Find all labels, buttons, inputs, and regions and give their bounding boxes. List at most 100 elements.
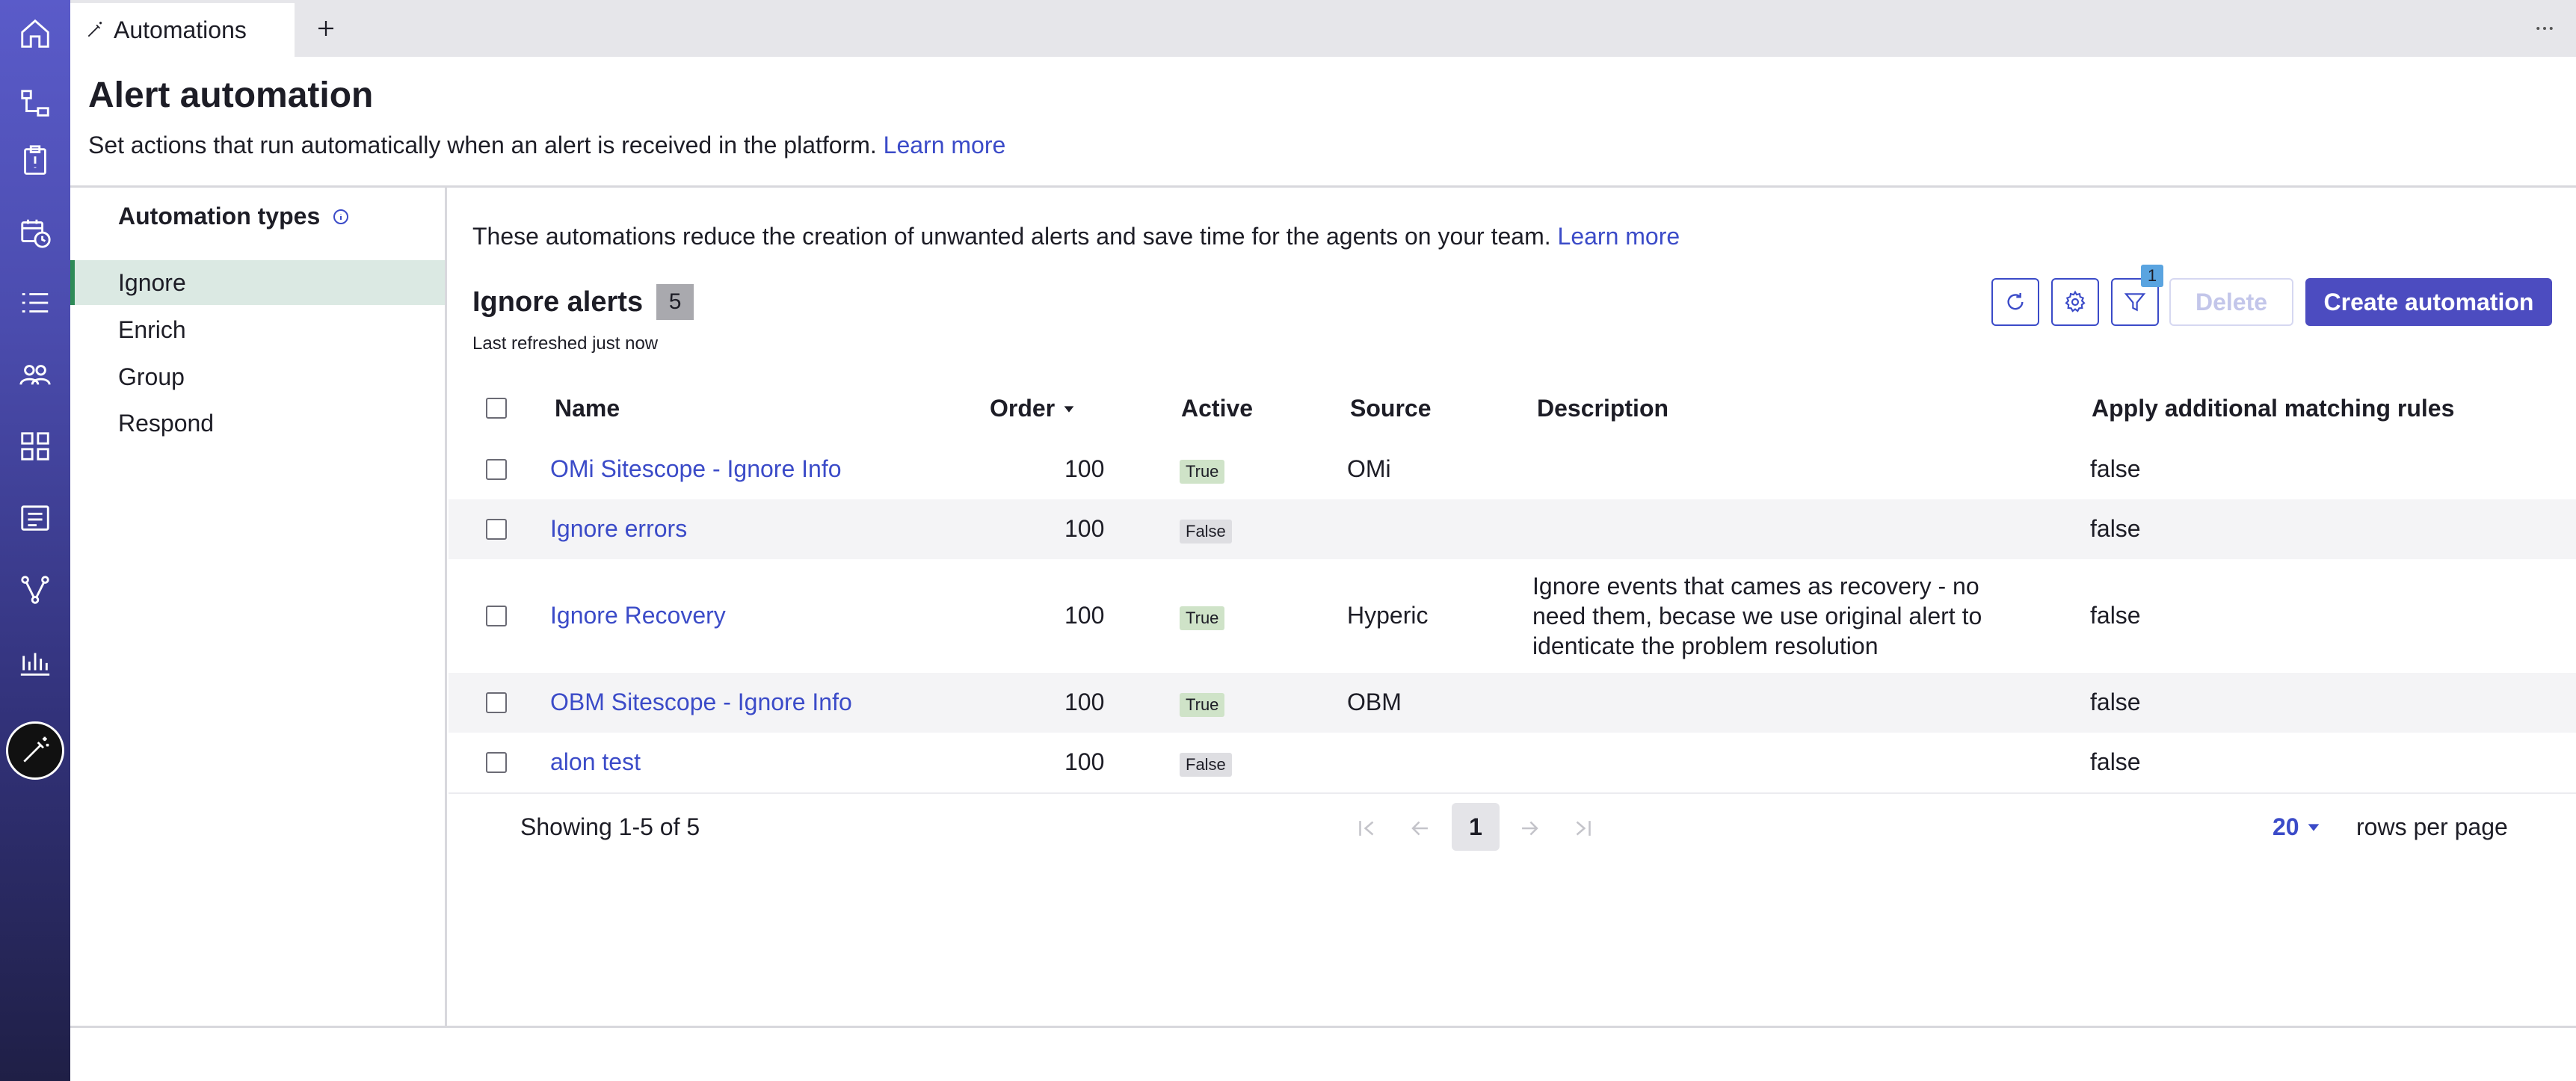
plus-icon (318, 21, 333, 36)
info-description: These automations reduce the creation of… (472, 223, 1551, 250)
table-row[interactable] (449, 559, 2576, 673)
tab-label: Automations (114, 16, 247, 43)
row-checkbox[interactable] (486, 692, 507, 713)
info-icon[interactable] (332, 208, 350, 226)
column-header-description[interactable]: Description (1537, 395, 1668, 422)
order-value: 100 (1064, 455, 1105, 482)
automation-name-link[interactable]: OMi Sitescope - Ignore Info (550, 455, 842, 483)
more-options-button[interactable] (2527, 10, 2563, 46)
last-page-icon[interactable] (1568, 813, 1598, 843)
refresh-button[interactable] (1991, 278, 2039, 326)
current-page-button[interactable]: 1 (1452, 803, 1500, 851)
dashboard-grid-icon[interactable] (16, 428, 54, 465)
description-line: Ignore events that cames as recovery - n… (1532, 573, 1979, 600)
rows-per-page-value: 20 (2273, 813, 2299, 840)
chevron-down-icon (2308, 823, 2319, 831)
team-icon[interactable] (16, 356, 54, 393)
refresh-icon (2007, 293, 2024, 310)
sidebar-item-respond[interactable]: Respond (70, 401, 445, 446)
sidebar-item-group[interactable]: Group (70, 354, 445, 399)
clipboard-icon[interactable] (16, 142, 54, 179)
column-header-order-label: Order (990, 395, 1056, 422)
create-automation-button[interactable]: Create automation (2305, 278, 2552, 326)
column-header-active[interactable]: Active (1181, 395, 1253, 422)
automation-name-link[interactable]: Ignore errors (550, 515, 687, 543)
filter-count-badge: 1 (2141, 265, 2163, 287)
order-value: 100 (1064, 748, 1105, 775)
delete-button[interactable]: Delete (2169, 278, 2293, 326)
automation-wand-icon (87, 22, 102, 37)
settings-button[interactable] (2051, 278, 2099, 326)
learn-more-link[interactable]: Learn more (884, 132, 1006, 158)
gear-icon (2065, 290, 2086, 312)
rules-value: false (2090, 455, 2141, 482)
rules-value: false (2090, 689, 2141, 715)
automation-types-panel: Automation types Ignore Enrich Group Res… (70, 188, 447, 1027)
showing-count: Showing 1-5 of 5 (520, 813, 700, 840)
column-header-source[interactable]: Source (1350, 395, 1431, 422)
source-value: OMi (1347, 455, 1391, 482)
calendar-clock-icon[interactable] (16, 214, 54, 251)
table-row[interactable] (449, 499, 2576, 559)
analytics-icon[interactable] (16, 643, 54, 680)
first-page-icon[interactable] (1352, 813, 1381, 843)
footer-divider (70, 1026, 2576, 1028)
tab-automations[interactable]: Automations (70, 3, 295, 57)
info-learn-more-link[interactable]: Learn more (1558, 223, 1680, 250)
workflow-icon[interactable] (16, 571, 54, 609)
sidebar-item-label: Respond (118, 409, 215, 437)
count-badge: 5 (656, 284, 694, 320)
next-page-icon[interactable] (1515, 813, 1544, 843)
active-badge: True (1180, 460, 1225, 484)
page-title: Alert automation (88, 76, 374, 115)
sort-down-icon (1064, 405, 1074, 413)
filter-icon (2124, 293, 2146, 312)
rules-value: false (2090, 748, 2141, 775)
section-title-text: Ignore alerts (472, 286, 644, 318)
automation-name-link[interactable]: alon test (550, 748, 641, 776)
page-subtitle: Set actions that run automatically when … (88, 132, 1005, 159)
table-row[interactable] (449, 733, 2576, 794)
description-line: need them, becase we use original alert … (1532, 603, 1982, 629)
prev-page-icon[interactable] (1405, 813, 1435, 843)
home-icon[interactable] (16, 15, 54, 52)
row-checkbox[interactable] (486, 752, 507, 773)
list-icon[interactable] (16, 284, 54, 321)
rules-value: false (2090, 602, 2141, 629)
more-dots-icon (2536, 27, 2553, 30)
description-value: Ignore events that cames as recovery - n… (1532, 571, 2011, 661)
app-nav-rail (0, 0, 70, 1081)
source-value: OBM (1347, 689, 1402, 715)
column-header-order[interactable]: Order (990, 395, 1077, 422)
rows-per-page-select[interactable]: 20 (2273, 813, 2322, 841)
sidebar-item-label: Enrich (118, 315, 186, 343)
description-line: identicate the problem resolution (1532, 632, 1879, 659)
tab-bar: Automations (70, 0, 2576, 57)
source-value: Hyperic (1347, 602, 1429, 629)
last-refreshed: Last refreshed just now (472, 333, 659, 354)
hierarchy-icon[interactable] (16, 85, 54, 123)
sidebar-item-enrich[interactable]: Enrich (70, 307, 445, 352)
section-title: Ignore alerts 5 (472, 284, 694, 320)
order-value: 100 (1064, 515, 1105, 542)
select-all-checkbox[interactable] (486, 398, 507, 419)
active-badge: True (1180, 693, 1225, 717)
sidebar-item-label: Group (118, 363, 185, 390)
column-header-rules[interactable]: Apply additional matching rules (2092, 395, 2454, 422)
rules-value: false (2090, 515, 2141, 542)
row-checkbox[interactable] (486, 459, 507, 480)
row-checkbox[interactable] (486, 519, 507, 540)
active-badge: False (1180, 753, 1232, 777)
sidebar-item-ignore[interactable]: Ignore (70, 260, 445, 305)
automation-name-link[interactable]: Ignore Recovery (550, 602, 726, 629)
row-checkbox[interactable] (486, 606, 507, 626)
automation-name-link[interactable]: OBM Sitescope - Ignore Info (550, 689, 852, 716)
report-list-icon[interactable] (16, 499, 54, 537)
order-value: 100 (1064, 689, 1105, 715)
info-text: These automations reduce the creation of… (472, 223, 1680, 250)
automation-wand-icon[interactable] (6, 721, 64, 780)
sidebar-item-label: Ignore (118, 268, 186, 296)
order-value: 100 (1064, 602, 1105, 629)
column-header-name[interactable]: Name (555, 395, 620, 422)
add-tab-button[interactable] (308, 10, 344, 46)
